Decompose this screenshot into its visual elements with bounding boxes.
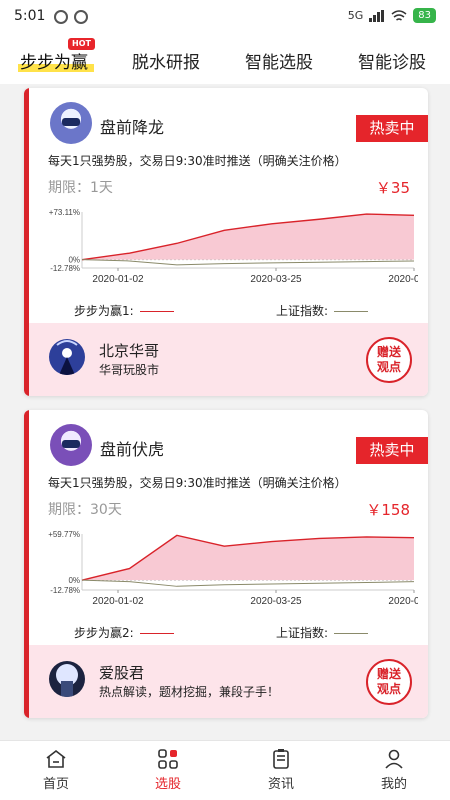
- legend-strategy: 步步为赢1:: [74, 302, 174, 319]
- performance-chart: +73.11%0%-12.78%2020-01-02 2020-03-25 2020…: [49, 208, 418, 285]
- top-tabs: 步步为赢 HOT 脱水研报 智能选股 智能诊股: [0, 34, 450, 84]
- legend-strategy-label: 步步为赢1:: [74, 304, 134, 318]
- legend-index-label: 上证指数:: [276, 304, 329, 318]
- series-area: [82, 535, 414, 581]
- notification-icon-2: [74, 10, 88, 24]
- y-tick-label-1: 0%: [68, 576, 80, 585]
- legend-index: 上证指数:: [276, 302, 369, 319]
- product-name: 盘前降龙: [100, 118, 165, 137]
- nav-news[interactable]: 资讯: [225, 741, 337, 800]
- network-label: 5G: [347, 9, 364, 22]
- x-tick-label-0: 2020-01-02: [92, 596, 144, 607]
- author-subtitle: 热点解读，题材挖掘，兼段子手！: [99, 685, 280, 699]
- hot-badge: HOT: [68, 38, 95, 50]
- author-subtitle: 华哥玩股市: [99, 363, 160, 377]
- bottom-nav: 首页 选股 资讯 我的: [0, 740, 450, 800]
- product-description: 每天1只强势股，交易日9:30准时推送（明确关注价格）: [48, 476, 347, 490]
- author-footer[interactable]: 爱股君 热点解读，题材挖掘，兼段子手！ 赠送 观点: [29, 645, 428, 718]
- nav-stock-pick-label: 选股: [154, 777, 181, 792]
- x-tick-label-1: 2020-03-25: [250, 274, 302, 285]
- notification-icon: [54, 10, 68, 24]
- status-bar: 5:01 5G 83: [0, 0, 450, 34]
- y-tick-label-0: +73.11%: [49, 208, 80, 217]
- product-description: 每天1只强势股，交易日9:30准时推送（明确关注价格）: [48, 154, 347, 168]
- nav-mine-label: 我的: [380, 777, 407, 792]
- tab-zhineng-zhengu[interactable]: 智能诊股: [358, 48, 426, 73]
- hot-sale-button[interactable]: 热卖中: [356, 437, 428, 464]
- gift-stamp-icon: 赠送 观点: [366, 659, 412, 705]
- x-tick-label-2: 2020-06-12: [388, 274, 418, 285]
- legend-index-label: 上证指数:: [276, 626, 329, 640]
- product-price: ￥158: [366, 501, 410, 519]
- tab-tuoshui-yanbao[interactable]: 脱水研报: [132, 48, 200, 73]
- gift-stamp-text: 赠送 观点: [376, 667, 401, 696]
- grid-icon: [158, 749, 178, 769]
- robot-avatar-icon: [50, 102, 92, 144]
- nav-home[interactable]: 首页: [0, 741, 112, 800]
- legend-strategy-line: [139, 311, 174, 312]
- gift-stamp-text: 赠送 观点: [376, 345, 401, 374]
- product-period: 期限：1天: [48, 180, 113, 196]
- nav-home-label: 首页: [42, 777, 69, 792]
- product-period: 期限：30天: [48, 502, 122, 518]
- user-icon: [385, 749, 403, 769]
- author-avatar: [49, 339, 85, 375]
- legend-index: 上证指数:: [276, 624, 369, 641]
- gift-stamp-icon: 赠送 观点: [366, 337, 412, 383]
- nav-news-label: 资讯: [267, 777, 294, 792]
- series-line-1: [81, 259, 415, 266]
- product-name: 盘前伏虎: [100, 440, 165, 459]
- x-tick-label-0: 2020-01-02: [92, 274, 144, 285]
- performance-chart: +59.77% 0%-12.78% 2020-01-02 2020-03-25 2020…: [48, 530, 418, 607]
- y-tick-label-0: +59.77%: [48, 530, 80, 539]
- y-tick-label-2: -12.78%: [50, 264, 80, 273]
- author-name: 爱股君: [99, 664, 145, 682]
- status-time: 5:01: [14, 8, 46, 24]
- battery-indicator: 83: [413, 8, 436, 23]
- y-tick-label-2: -12.78%: [50, 586, 80, 595]
- robot-avatar-icon: [50, 424, 92, 466]
- x-tick-label-2: 2020-06-12: [388, 596, 418, 607]
- product-card[interactable]: 盘前降龙 热卖中 每天1只强势股，交易日9:30准时推送（明确关注价格） 期限：…: [24, 88, 428, 396]
- x-tick-label-1: 2020-03-25: [250, 596, 302, 607]
- legend-strategy-line: [139, 633, 174, 634]
- series-line-1: [81, 579, 415, 587]
- author-avatar: [49, 661, 85, 697]
- author-footer[interactable]: 北京华哥 华哥玩股市 赠送 观点: [29, 323, 428, 396]
- home-icon: [46, 749, 66, 768]
- nav-mine[interactable]: 我的: [338, 741, 450, 800]
- author-name: 北京华哥: [99, 342, 160, 360]
- product-price: ￥35: [375, 179, 410, 197]
- legend-index-line: [334, 311, 369, 312]
- news-icon: [273, 749, 289, 769]
- tab-zhineng-xuangu[interactable]: 智能选股: [245, 48, 313, 73]
- nav-stock-pick[interactable]: 选股: [112, 741, 224, 800]
- tab-bubuweiying[interactable]: 步步为赢: [20, 48, 88, 73]
- wifi-icon: [391, 9, 407, 21]
- product-card[interactable]: 盘前伏虎 热卖中 每天1只强势股，交易日9:30准时推送（明确关注价格） 期限：…: [24, 410, 428, 718]
- signal-icon: [369, 9, 385, 22]
- legend-strategy: 步步为赢2:: [74, 624, 174, 641]
- hot-sale-button[interactable]: 热卖中: [356, 115, 428, 142]
- legend-strategy-label: 步步为赢2:: [74, 626, 134, 640]
- legend-index-line: [334, 633, 369, 634]
